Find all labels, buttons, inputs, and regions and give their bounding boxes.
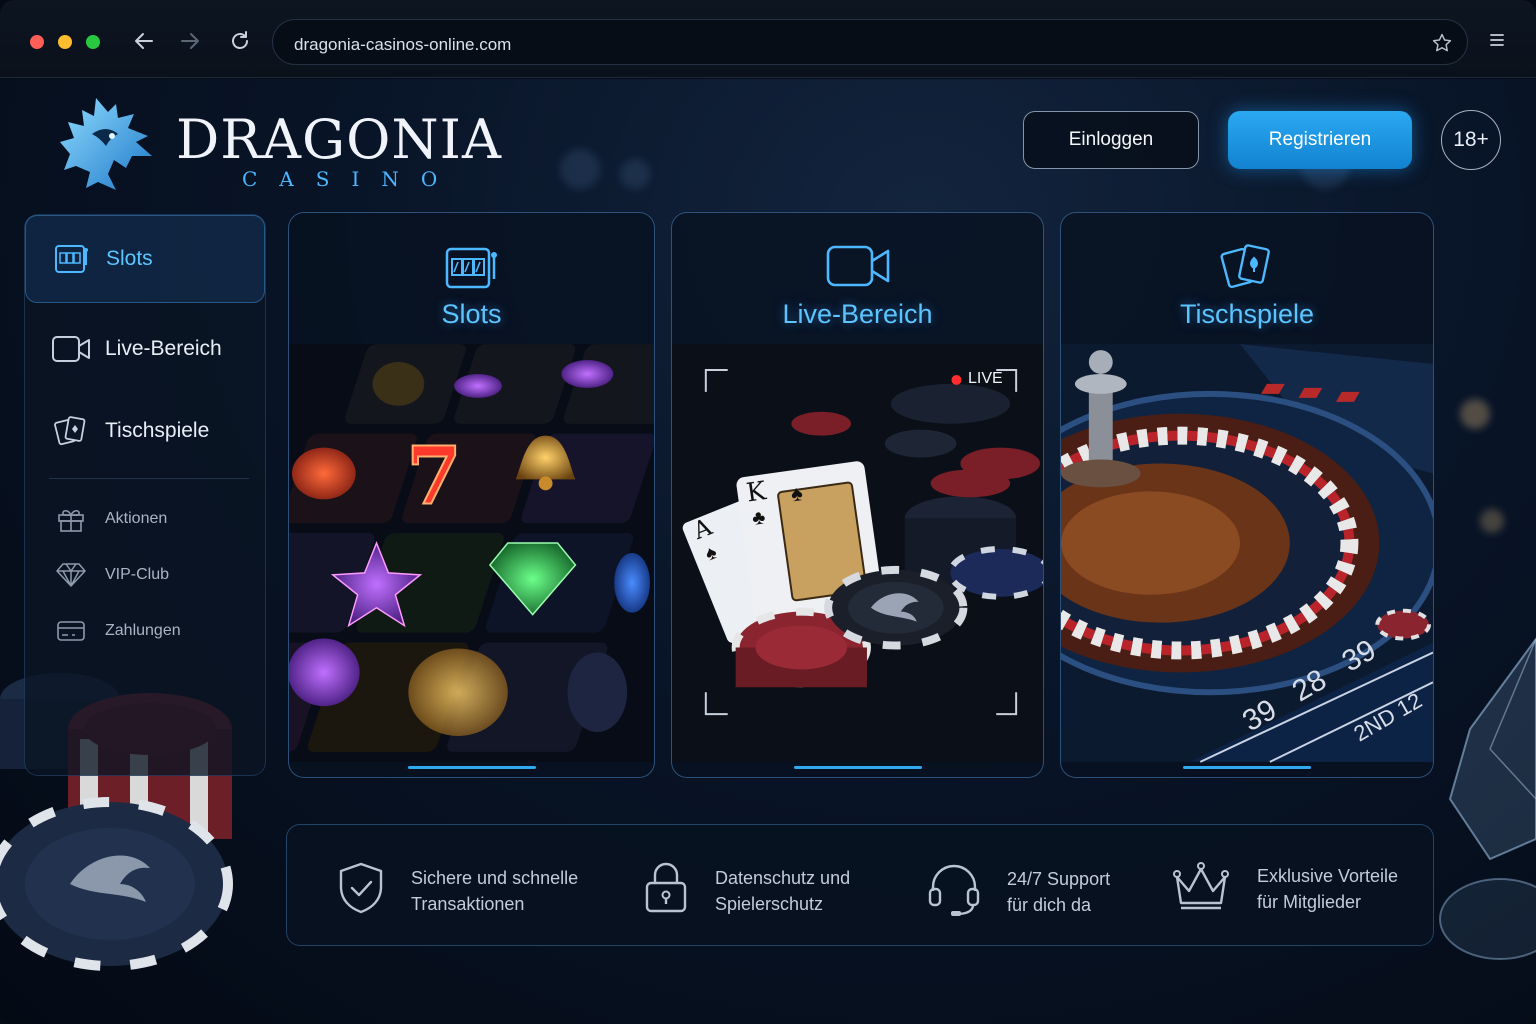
address-bar[interactable]: dragonia-casinos-online.com [272,19,1468,65]
live-badge: LIVE [968,370,1003,387]
diamond-icon [51,562,91,588]
live-cards-chips-image: A ♠ K ♣ ♠ [672,344,1043,762]
crystal-glass-decoration [1439,637,1536,960]
headset-icon [927,861,981,922]
video-camera-icon [672,243,1043,289]
sidebar-item-aktionen[interactable]: Aktionen [25,503,265,535]
slot-machine-icon [289,243,654,291]
browser-window: dragonia-casinos-online.com DRAGONIA CAS… [0,0,1536,1024]
browser-toolbar: dragonia-casinos-online.com [0,0,1536,78]
sidebar-item-label: Slots [106,247,153,270]
card-title: Live-Bereich [782,299,933,329]
roulette-table-image: 39 28 39 2ND 12 [1061,344,1433,763]
sidebar-item-zahlungen[interactable]: Zahlungen [25,615,265,647]
brand-subtitle: CASINO [242,167,460,191]
minimize-window-button[interactable] [58,35,72,49]
back-arrow-icon[interactable] [131,28,157,54]
category-card-live-bereich[interactable]: Live-Bereich A ♠ K ♣ ♠ LIVE [671,212,1044,778]
sidebar-nav: Slots Live-Bereich Tischspiele Aktionen [24,214,266,776]
sidebar-item-slots[interactable]: Slots [25,215,265,303]
feature-support: 24/7 Support für dich da [927,861,1110,922]
playing-cards-icon [1061,243,1433,291]
feature-secure-transactions: Sichere und schnelle Transaktionen [337,861,578,920]
sidebar-divider [49,478,249,479]
slot-machine-icon [52,243,92,275]
card-active-indicator [793,766,922,769]
login-button[interactable]: Einloggen [1023,111,1199,169]
feature-line: 24/7 Support [1007,868,1111,889]
feature-privacy: Datenschutz und Spielerschutz [643,861,850,920]
sidebar-item-label: VIP-Club [105,566,170,583]
slot-symbols-image: 7 [289,344,654,762]
brand-name: DRAGONIA [176,108,502,171]
sidebar-item-live-bereich[interactable]: Live-Bereich [25,327,265,371]
gift-icon [51,505,91,533]
bookmark-star-icon[interactable] [1431,32,1453,59]
maximize-window-button[interactable] [86,35,100,49]
close-window-button[interactable] [30,35,44,49]
feature-line: Spielerschutz [715,893,824,914]
dragon-logo-icon [60,98,152,190]
card-title: Slots [441,299,502,329]
feature-line: Sichere und schnelle [411,867,579,888]
sidebar-item-label: Live-Bereich [105,337,222,360]
sidebar-item-label: Tischspiele [105,419,210,442]
card-active-indicator [407,766,536,769]
reload-icon[interactable] [227,28,253,54]
padlock-icon [643,861,689,920]
credit-card-icon [51,619,91,643]
sidebar-item-label: Zahlungen [105,622,181,639]
sidebar-item-tischspiele[interactable]: Tischspiele [25,409,265,453]
age-restriction-badge: 18+ [1441,110,1501,170]
card-active-indicator [1183,766,1311,769]
feature-line: Transaktionen [411,893,525,914]
forward-arrow-icon[interactable] [177,28,203,54]
feature-line: für Mitglieder [1257,891,1362,912]
sidebar-item-vip-club[interactable]: VIP-Club [25,559,265,591]
feature-member-benefits: Exklusive Vorteile für Mitglieder [1171,861,1398,916]
features-bar: Sichere und schnelle Transaktionen Datens… [286,824,1434,946]
feature-line: für dich da [1007,894,1092,915]
shield-check-icon [337,861,385,920]
video-camera-icon [51,335,91,363]
live-indicator-dot [951,374,962,385]
category-card-tischspiele[interactable]: Tischspiele 39 28 39 2ND 12 [1060,212,1434,778]
crown-icon [1171,861,1231,916]
card-title: Tischspiele [1179,299,1315,329]
feature-line: Datenschutz und [715,867,851,888]
url-text: dragonia-casinos-online.com [294,35,512,54]
playing-cards-icon [51,415,91,447]
feature-line: Exklusive Vorteile [1257,865,1399,886]
category-card-slots[interactable]: Slots 7 [288,212,655,778]
menu-icon[interactable] [1488,31,1506,54]
sidebar-item-label: Aktionen [105,510,168,527]
register-button[interactable]: Registrieren [1228,111,1412,169]
